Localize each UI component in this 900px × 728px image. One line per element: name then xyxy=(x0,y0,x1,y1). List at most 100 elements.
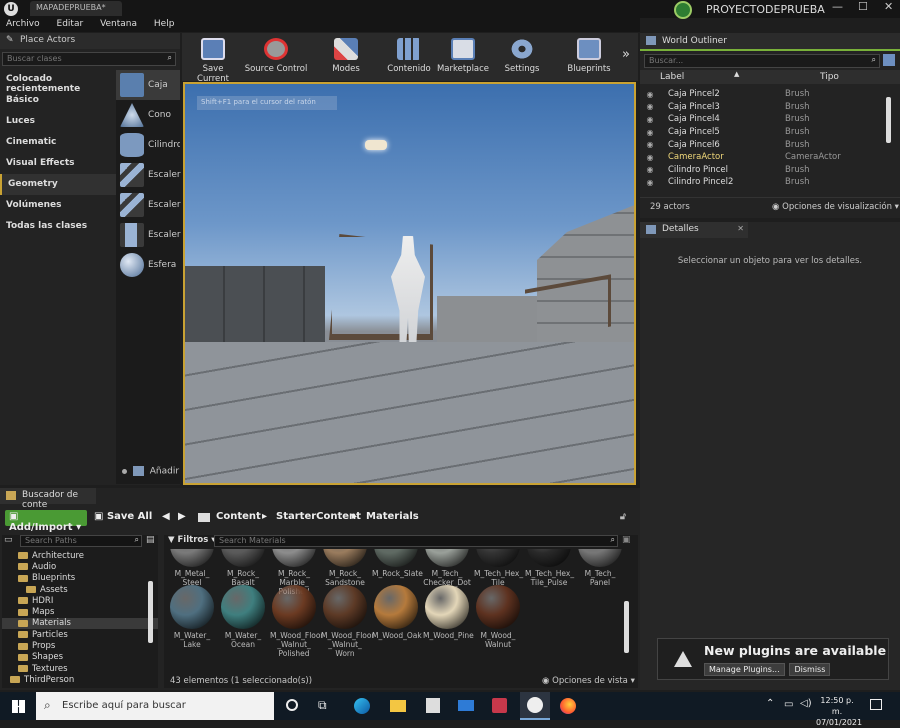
category-geometry[interactable]: Geometry xyxy=(0,174,116,195)
firefox-icon[interactable] xyxy=(560,698,576,714)
network-icon[interactable]: ▭ xyxy=(784,699,793,710)
breadcrumb-starter-content[interactable]: StarterContent xyxy=(276,511,361,522)
task-view-icon[interactable]: ⧉ xyxy=(318,698,327,713)
category-visual-effects[interactable]: Visual Effects xyxy=(0,153,116,174)
search-materials-input[interactable]: Search Materials ⌕ xyxy=(214,535,618,547)
content-button[interactable]: Contenido xyxy=(382,35,436,79)
asset-stair-1[interactable]: Escaler xyxy=(116,160,181,190)
material-thumbnail[interactable]: M_Tech_Hex_ Tile_Pulse xyxy=(525,549,574,587)
breadcrumb-content[interactable]: Content xyxy=(216,511,261,522)
window-controls[interactable]: — ☐ ✕ xyxy=(828,0,900,18)
save-search-icon[interactable]: ▣ xyxy=(622,535,631,545)
asset-stair-3[interactable]: Escaler xyxy=(116,220,181,250)
lock-icon[interactable]: 🔓︎ xyxy=(620,512,626,522)
settings-button[interactable]: Settings xyxy=(498,35,546,79)
material-thumbnail[interactable]: M_Wood_ Walnut xyxy=(474,585,522,649)
column-type[interactable]: Tipo xyxy=(820,72,839,82)
dismiss-button[interactable]: Dismiss xyxy=(789,663,831,676)
menu-archivo[interactable]: Archivo xyxy=(6,19,40,29)
outliner-scrollbar[interactable] xyxy=(886,97,891,143)
minimize-icon[interactable]: — xyxy=(832,0,843,13)
eye-icon[interactable]: ◉ xyxy=(640,90,660,99)
unreal-logo-icon[interactable]: U xyxy=(4,2,18,16)
folder-item[interactable]: Particles xyxy=(2,629,158,640)
file-explorer-icon[interactable] xyxy=(390,700,406,712)
eye-icon[interactable]: ◉ xyxy=(640,115,660,124)
material-thumbnail[interactable]: M_Tech_ Checker_Dot xyxy=(423,549,471,587)
table-row[interactable]: ◉ CameraActor CameraActor xyxy=(640,151,900,164)
windows-start-icon[interactable] xyxy=(12,700,25,713)
asset-stair-2[interactable]: Escaler xyxy=(116,190,181,220)
folder-item[interactable]: ThirdPerson xyxy=(2,674,158,685)
table-row[interactable]: ◉ Cilindro Pincel2 Brush xyxy=(640,176,900,189)
category-lights[interactable]: Luces xyxy=(0,111,116,132)
menu-ventana[interactable]: Ventana xyxy=(100,19,137,29)
save-all-button[interactable]: ▣ Save All xyxy=(94,511,152,522)
add-actor[interactable]: Añadir xyxy=(122,466,179,477)
cortana-icon[interactable] xyxy=(286,699,298,711)
eye-icon[interactable]: ◉ xyxy=(640,178,660,187)
filters-button[interactable]: ▼ Filtros ▾ xyxy=(168,535,216,545)
category-recent[interactable]: Colocado recientemente xyxy=(0,69,116,94)
material-thumbnail[interactable]: M_Water_ Ocean xyxy=(219,585,267,649)
marketplace-button[interactable]: Marketplace xyxy=(436,35,490,79)
volume-icon[interactable]: ◁) xyxy=(800,698,812,709)
back-arrow-icon[interactable]: ◀ xyxy=(162,511,170,522)
table-row[interactable]: ◉ Caja Pincel6 Brush xyxy=(640,138,900,151)
folder-item[interactable]: Assets xyxy=(2,584,158,595)
folder-item[interactable]: Architecture xyxy=(2,550,158,561)
table-row[interactable]: ◉ Caja Pincel3 Brush xyxy=(640,101,900,114)
content-browser-tab[interactable]: Buscador de conte xyxy=(0,488,96,510)
store-icon[interactable] xyxy=(426,698,440,713)
menu-editar[interactable]: Editar xyxy=(57,19,84,29)
search-paths-input[interactable]: Search Paths ⌕ xyxy=(20,535,142,547)
forward-arrow-icon[interactable]: ▶ xyxy=(178,511,186,522)
breadcrumb-materials[interactable]: Materials xyxy=(366,511,419,522)
blueprints-button[interactable]: Blueprints xyxy=(562,35,616,79)
manage-plugins-button[interactable]: Manage Plugins... xyxy=(704,663,785,676)
unreal-taskbar-icon[interactable] xyxy=(520,692,550,720)
table-row[interactable]: ◉ Cilindro Pincel Brush xyxy=(640,164,900,177)
app-icon[interactable] xyxy=(492,698,507,713)
material-thumbnail[interactable]: M_Rock_ Basalt xyxy=(219,549,267,587)
outliner-header[interactable]: World Outliner xyxy=(640,33,900,51)
save-current-button[interactable]: Save Current xyxy=(186,35,240,84)
asset-cone[interactable]: Cono xyxy=(116,100,180,130)
collapse-icon[interactable]: ▭ xyxy=(4,535,13,545)
path-scrollbar[interactable] xyxy=(148,581,153,643)
material-thumbnail[interactable]: M_Water_ Lake xyxy=(168,585,216,649)
eye-icon[interactable]: ◉ xyxy=(640,128,660,137)
modes-button[interactable]: Modes xyxy=(320,35,372,79)
edge-icon[interactable] xyxy=(354,698,370,714)
menu-help[interactable]: Help xyxy=(154,19,175,29)
asset-sphere[interactable]: Esfera xyxy=(116,250,180,280)
category-volumes[interactable]: Volúmenes xyxy=(0,195,116,216)
column-label[interactable]: Label xyxy=(660,72,684,82)
tray-chevron-icon[interactable]: ⌃ xyxy=(766,698,774,709)
outliner-search[interactable]: Buscar... ⌕ xyxy=(644,54,880,68)
close-icon[interactable]: ✕ xyxy=(884,0,893,13)
table-row[interactable]: ◉ Caja Pincel5 Brush xyxy=(640,126,900,139)
table-row[interactable]: ◉ Caja Pincel2 Brush xyxy=(640,88,900,101)
asset-box[interactable]: Caja xyxy=(116,70,180,100)
material-thumbnail[interactable]: M_Tech_Hex_ Tile xyxy=(474,549,523,587)
eye-icon[interactable]: ◉ xyxy=(640,102,660,111)
eye-icon[interactable]: ◉ xyxy=(640,165,660,174)
document-tab[interactable]: MAPADEPRUEBA* xyxy=(30,1,122,16)
add-filter-icon[interactable] xyxy=(883,54,895,66)
material-thumbnail[interactable]: M_Rock_Slate xyxy=(372,549,423,578)
asset-scrollbar[interactable] xyxy=(624,601,629,653)
category-all-classes[interactable]: Todas las clases xyxy=(0,216,116,237)
view-options-button[interactable]: ◉ Opciones de visualización ▾ xyxy=(772,202,899,212)
folder-item[interactable]: HDRI xyxy=(2,595,158,606)
eye-icon[interactable]: ◉ xyxy=(640,153,660,162)
mail-icon[interactable] xyxy=(458,700,474,711)
toolbar-overflow-icon[interactable]: » xyxy=(622,47,630,62)
taskbar-search[interactable]: ⌕ Escribe aquí para buscar xyxy=(36,692,274,720)
details-header[interactable]: Detalles ✕ xyxy=(640,222,748,238)
folder-item[interactable]: Shapes xyxy=(2,652,158,663)
category-cinematic[interactable]: Cinematic xyxy=(0,132,116,153)
eye-icon[interactable]: ◉ xyxy=(640,140,660,149)
add-import-button[interactable]: ▣ Add/Import ▾ xyxy=(5,510,87,533)
folder-item[interactable]: Materials xyxy=(2,617,158,630)
